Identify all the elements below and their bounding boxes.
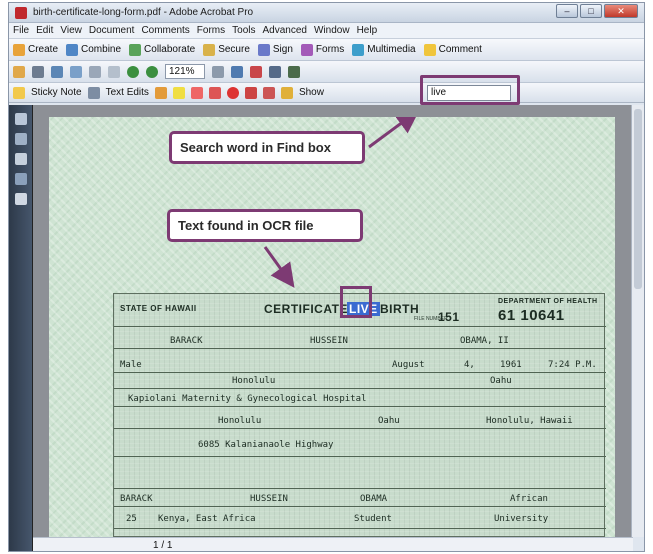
- sign-button[interactable]: Sign: [257, 43, 293, 56]
- navigation-pane: [9, 105, 33, 551]
- menu-edit[interactable]: Edit: [36, 25, 53, 36]
- comment-button[interactable]: Comment: [423, 43, 482, 56]
- stamp-icon[interactable]: [269, 65, 281, 78]
- multimedia-icon: [352, 43, 365, 56]
- close-button[interactable]: ✕: [604, 3, 638, 18]
- text-edits-button[interactable]: Text Edits: [106, 87, 149, 98]
- create-label: Create: [28, 44, 59, 55]
- line-icon[interactable]: [208, 86, 221, 99]
- show-button[interactable]: Show: [299, 87, 324, 98]
- document-area: Search word in Find box Text found in OC…: [33, 105, 633, 537]
- find-box-highlight: [420, 75, 520, 105]
- pdf-icon[interactable]: [250, 65, 262, 78]
- zoom-out-icon[interactable]: [127, 65, 139, 78]
- callout-icon[interactable]: [190, 86, 203, 99]
- scrollbar-thumb[interactable]: [634, 109, 642, 289]
- status-bar: 1 / 1: [33, 537, 633, 551]
- acrobat-icon: [15, 6, 27, 19]
- title-bar: birth-certificate-long-form.pdf - Adobe …: [9, 3, 644, 23]
- callout-arrows: [263, 117, 420, 288]
- combine-icon: [66, 43, 79, 56]
- page-indicator[interactable]: 1 / 1: [153, 540, 172, 551]
- combine-button[interactable]: Combine: [66, 43, 122, 56]
- menu-tools[interactable]: Tools: [232, 25, 255, 36]
- select-icon[interactable]: [108, 65, 120, 78]
- sticky-note-icon[interactable]: [13, 86, 25, 99]
- forms-button[interactable]: Forms: [300, 43, 345, 56]
- maximize-button[interactable]: □: [580, 3, 602, 18]
- acrobat-window: birth-certificate-long-form.pdf - Adobe …: [8, 2, 645, 552]
- pdf-page: Search word in Find box Text found in OC…: [49, 117, 615, 537]
- secure-label: Secure: [218, 44, 250, 55]
- forms-icon: [300, 43, 313, 56]
- comment-toolbar: Sticky Note Text Edits Show live: [9, 75, 644, 105]
- file-toolbar: 121%: [9, 61, 644, 83]
- secure-button[interactable]: Secure: [203, 43, 250, 56]
- menu-window[interactable]: Window: [314, 25, 350, 36]
- hand-icon[interactable]: [89, 65, 101, 78]
- attachments-icon[interactable]: [14, 193, 27, 205]
- email-icon[interactable]: [70, 65, 82, 78]
- oval-icon[interactable]: [226, 86, 239, 99]
- collaborate-button[interactable]: Collaborate: [129, 43, 196, 56]
- fit-page-icon[interactable]: [212, 65, 224, 78]
- text-edits-icon[interactable]: [87, 86, 100, 99]
- minimize-button[interactable]: –: [556, 3, 578, 18]
- menu-help[interactable]: Help: [357, 25, 378, 36]
- cursor-icon[interactable]: [231, 65, 243, 78]
- arrow-to-found-text: [263, 246, 295, 288]
- comment-label: Comment: [438, 44, 482, 55]
- bookmarks-icon[interactable]: [14, 133, 27, 145]
- vertical-scrollbar[interactable]: [631, 105, 644, 537]
- arrow-to-find-box: [368, 117, 420, 149]
- tools-icon[interactable]: [288, 65, 300, 78]
- menu-bar: File Edit View Document Comments Forms T…: [9, 23, 644, 39]
- save-icon[interactable]: [51, 65, 63, 78]
- layers-icon[interactable]: [14, 173, 27, 185]
- menu-view[interactable]: View: [60, 25, 82, 36]
- window-title: birth-certificate-long-form.pdf - Adobe …: [33, 7, 254, 18]
- zoom-field[interactable]: 121%: [165, 64, 205, 79]
- signatures-icon[interactable]: [14, 153, 27, 165]
- lock-icon: [203, 43, 216, 56]
- create-button[interactable]: Create: [13, 43, 59, 56]
- arrow-tool-icon[interactable]: [244, 86, 257, 99]
- open-folder-icon[interactable]: [13, 65, 25, 78]
- rectangle-icon[interactable]: [262, 86, 275, 99]
- tasks-toolbar: Create Combine Collaborate Secure Sign F…: [9, 39, 644, 61]
- forms-label: Forms: [315, 44, 345, 55]
- create-icon: [13, 43, 25, 56]
- stamp-tool-icon[interactable]: [154, 86, 167, 99]
- comment-icon: [423, 43, 436, 56]
- collaborate-icon: [129, 43, 142, 56]
- sticky-note-button[interactable]: Sticky Note: [31, 87, 82, 98]
- pages-icon[interactable]: [14, 113, 27, 125]
- multimedia-label: Multimedia: [367, 44, 416, 55]
- pencil-icon[interactable]: [280, 86, 293, 99]
- menu-advanced[interactable]: Advanced: [263, 25, 307, 36]
- menu-comments[interactable]: Comments: [141, 25, 189, 36]
- highlight-icon[interactable]: [172, 86, 185, 99]
- sign-label: Sign: [272, 44, 293, 55]
- multimedia-button[interactable]: Multimedia: [352, 43, 416, 56]
- pen-icon: [257, 43, 270, 56]
- print-icon[interactable]: [32, 65, 44, 78]
- combine-label: Combine: [81, 44, 122, 55]
- zoom-in-icon[interactable]: [146, 65, 158, 78]
- menu-forms[interactable]: Forms: [197, 25, 225, 36]
- collaborate-label: Collaborate: [144, 44, 196, 55]
- menu-file[interactable]: File: [13, 25, 29, 36]
- menu-document[interactable]: Document: [89, 25, 135, 36]
